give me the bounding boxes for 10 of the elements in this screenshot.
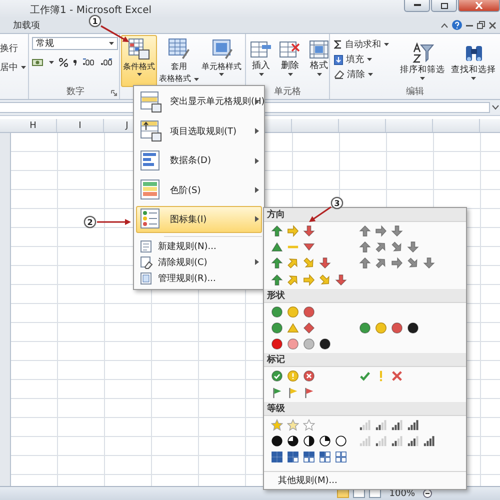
section-heading: 标记 <box>267 354 285 366</box>
section-heading: 等级 <box>267 402 285 415</box>
window-title: 工作簿1 - Microsoft Excel <box>30 4 152 17</box>
group-label: 单元格 <box>274 86 301 99</box>
step-marker: 2 <box>84 216 96 228</box>
group-label: 编辑 <box>406 86 424 99</box>
step-marker: 3 <box>331 197 343 209</box>
section-heading: 方向 <box>267 208 285 221</box>
section-heading: 形状 <box>267 290 285 302</box>
group-label: 数字 <box>66 86 84 99</box>
